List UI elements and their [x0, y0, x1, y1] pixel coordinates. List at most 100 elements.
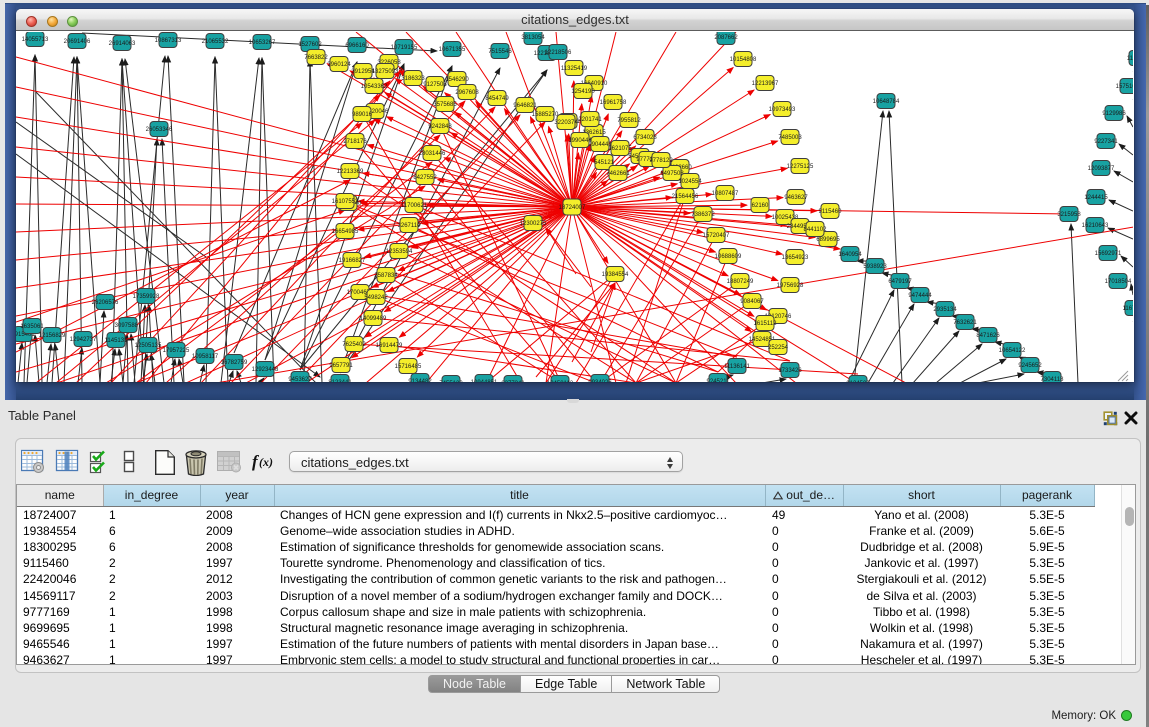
svg-text:30975887: 30975887: [115, 323, 142, 329]
svg-text:989016: 989016: [352, 112, 373, 118]
svg-text:8454749: 8454749: [485, 96, 509, 102]
svg-text:1546290: 1546290: [445, 77, 469, 83]
svg-text:10154808: 10154808: [730, 57, 757, 63]
svg-text:17018504: 17018504: [1105, 279, 1132, 285]
svg-text:2718176: 2718176: [343, 139, 367, 145]
svg-text:9474444: 9474444: [908, 293, 932, 299]
svg-text:9245211: 9245211: [707, 379, 731, 382]
svg-text:3215958: 3215958: [1057, 212, 1081, 218]
svg-text:7663822: 7663822: [304, 55, 328, 61]
svg-text:9934026: 9934026: [588, 380, 612, 382]
svg-text:10653267: 10653267: [249, 40, 276, 46]
svg-text:10543362: 10543362: [361, 84, 388, 90]
svg-text:1733426: 1733426: [778, 368, 802, 374]
svg-text:12923448: 12923448: [252, 367, 279, 373]
svg-text:8277341: 8277341: [501, 381, 525, 382]
svg-text:13654923: 13654923: [782, 255, 809, 261]
svg-text:1990444: 1990444: [568, 138, 592, 144]
svg-text:8441102: 8441102: [804, 227, 828, 233]
svg-text:5498242: 5498242: [364, 295, 388, 301]
svg-text:7304118: 7304118: [1041, 377, 1065, 382]
svg-text:10654122: 10654122: [999, 348, 1026, 354]
svg-text:12353594: 12353594: [386, 249, 413, 255]
svg-text:7462661: 7462661: [606, 171, 630, 177]
svg-text:12275125: 12275125: [787, 164, 814, 170]
svg-text:9227341: 9227341: [1094, 139, 1118, 145]
svg-text:1254190: 1254190: [571, 89, 595, 95]
svg-text:26053346: 26053346: [146, 127, 173, 133]
svg-text:16654985: 16654985: [332, 229, 359, 235]
svg-text:19756928: 19756928: [777, 283, 804, 289]
svg-text:10719155: 10719155: [391, 45, 418, 51]
svg-text:8427552: 8427552: [413, 175, 437, 181]
svg-text:2201741: 2201741: [578, 117, 602, 123]
svg-text:12300275: 12300275: [520, 221, 547, 227]
svg-text:1640954: 1640954: [838, 252, 862, 258]
svg-text:9657791: 9657791: [329, 363, 353, 369]
svg-text:1527602: 1527602: [298, 42, 322, 48]
svg-text:12213967: 12213967: [752, 81, 779, 87]
svg-text:10867313: 10867313: [155, 38, 182, 44]
svg-text:12505135: 12505135: [135, 343, 162, 349]
svg-text:2967608: 2967608: [455, 90, 479, 96]
svg-text:7455120: 7455120: [439, 381, 463, 382]
svg-text:18807249: 18807249: [727, 279, 754, 285]
svg-text:1635061: 1635061: [20, 324, 44, 330]
svg-text:12218506: 12218506: [545, 50, 572, 56]
svg-text:1615112: 1615112: [754, 321, 778, 327]
svg-text:3267110: 3267110: [398, 223, 422, 229]
svg-text:16961758: 16961758: [600, 100, 627, 106]
svg-text:26206576: 26206576: [92, 300, 119, 306]
svg-text:9242848: 9242848: [428, 124, 452, 130]
svg-text:1112843: 1112843: [1127, 56, 1133, 62]
svg-text:252254: 252254: [768, 345, 789, 351]
svg-text:9127508: 9127508: [423, 82, 447, 88]
svg-text:18724007: 18724007: [559, 205, 586, 211]
svg-text:21065532: 21065532: [202, 39, 229, 45]
svg-text:1621075: 1621075: [608, 146, 632, 152]
svg-text:16107553: 16107553: [332, 199, 359, 205]
svg-text:9084067: 9084067: [740, 299, 764, 305]
svg-text:10807487: 10807487: [712, 191, 739, 197]
svg-text:7632621: 7632621: [953, 320, 977, 326]
svg-text:1145131: 1145131: [105, 338, 129, 344]
svg-text:15692971: 15692971: [1095, 251, 1122, 257]
svg-text:16914479: 16914479: [376, 343, 403, 349]
svg-text:15716485: 15716485: [395, 364, 422, 370]
svg-text:5938923: 5938923: [863, 264, 887, 270]
svg-text:6734028: 6734028: [633, 135, 657, 141]
svg-text:6899695: 6899695: [816, 237, 840, 243]
svg-text:11325419: 11325419: [561, 66, 588, 72]
svg-text:10688609: 10688609: [715, 254, 742, 260]
svg-text:15751074: 15751074: [1116, 84, 1133, 90]
svg-text:3575685: 3575685: [433, 102, 457, 108]
svg-text:6966160: 6966160: [345, 43, 369, 49]
svg-text:3587834: 3587834: [374, 273, 398, 279]
svg-text:7625402: 7625402: [342, 342, 366, 348]
svg-text:10671355: 10671355: [439, 47, 466, 53]
svg-text:11700621: 11700621: [401, 203, 428, 209]
svg-text:15885270: 15885270: [532, 112, 559, 118]
svg-text:20691406: 20691406: [64, 39, 91, 45]
svg-text:17957225: 17957225: [163, 348, 190, 354]
svg-text:10973493: 10973493: [769, 107, 796, 113]
svg-text:62160: 62160: [752, 203, 769, 209]
svg-text:(x): (x): [259, 455, 273, 469]
svg-text:14055713: 14055713: [22, 37, 49, 43]
svg-text:13275093: 13275093: [372, 69, 399, 75]
svg-text:10958117: 10958117: [192, 354, 219, 360]
svg-text:9129986: 9129986: [1102, 111, 1126, 117]
svg-text:9778122: 9778122: [649, 158, 673, 164]
svg-text:8123441: 8123441: [328, 380, 352, 382]
svg-text:10648784: 10648784: [873, 99, 900, 105]
svg-text:12156829: 12156829: [39, 333, 66, 339]
svg-text:8124502: 8124502: [846, 381, 870, 382]
svg-text:10944851: 10944851: [471, 380, 498, 382]
svg-text:14099489: 14099489: [360, 316, 387, 322]
svg-text:19166827: 19166827: [339, 258, 366, 264]
svg-text:28031446: 28031446: [419, 151, 446, 157]
svg-text:8471626: 8471626: [976, 333, 1000, 339]
svg-text:11136141: 11136141: [724, 364, 750, 370]
svg-text:9134482: 9134482: [408, 379, 432, 382]
svg-text:1024554: 1024554: [678, 179, 702, 185]
